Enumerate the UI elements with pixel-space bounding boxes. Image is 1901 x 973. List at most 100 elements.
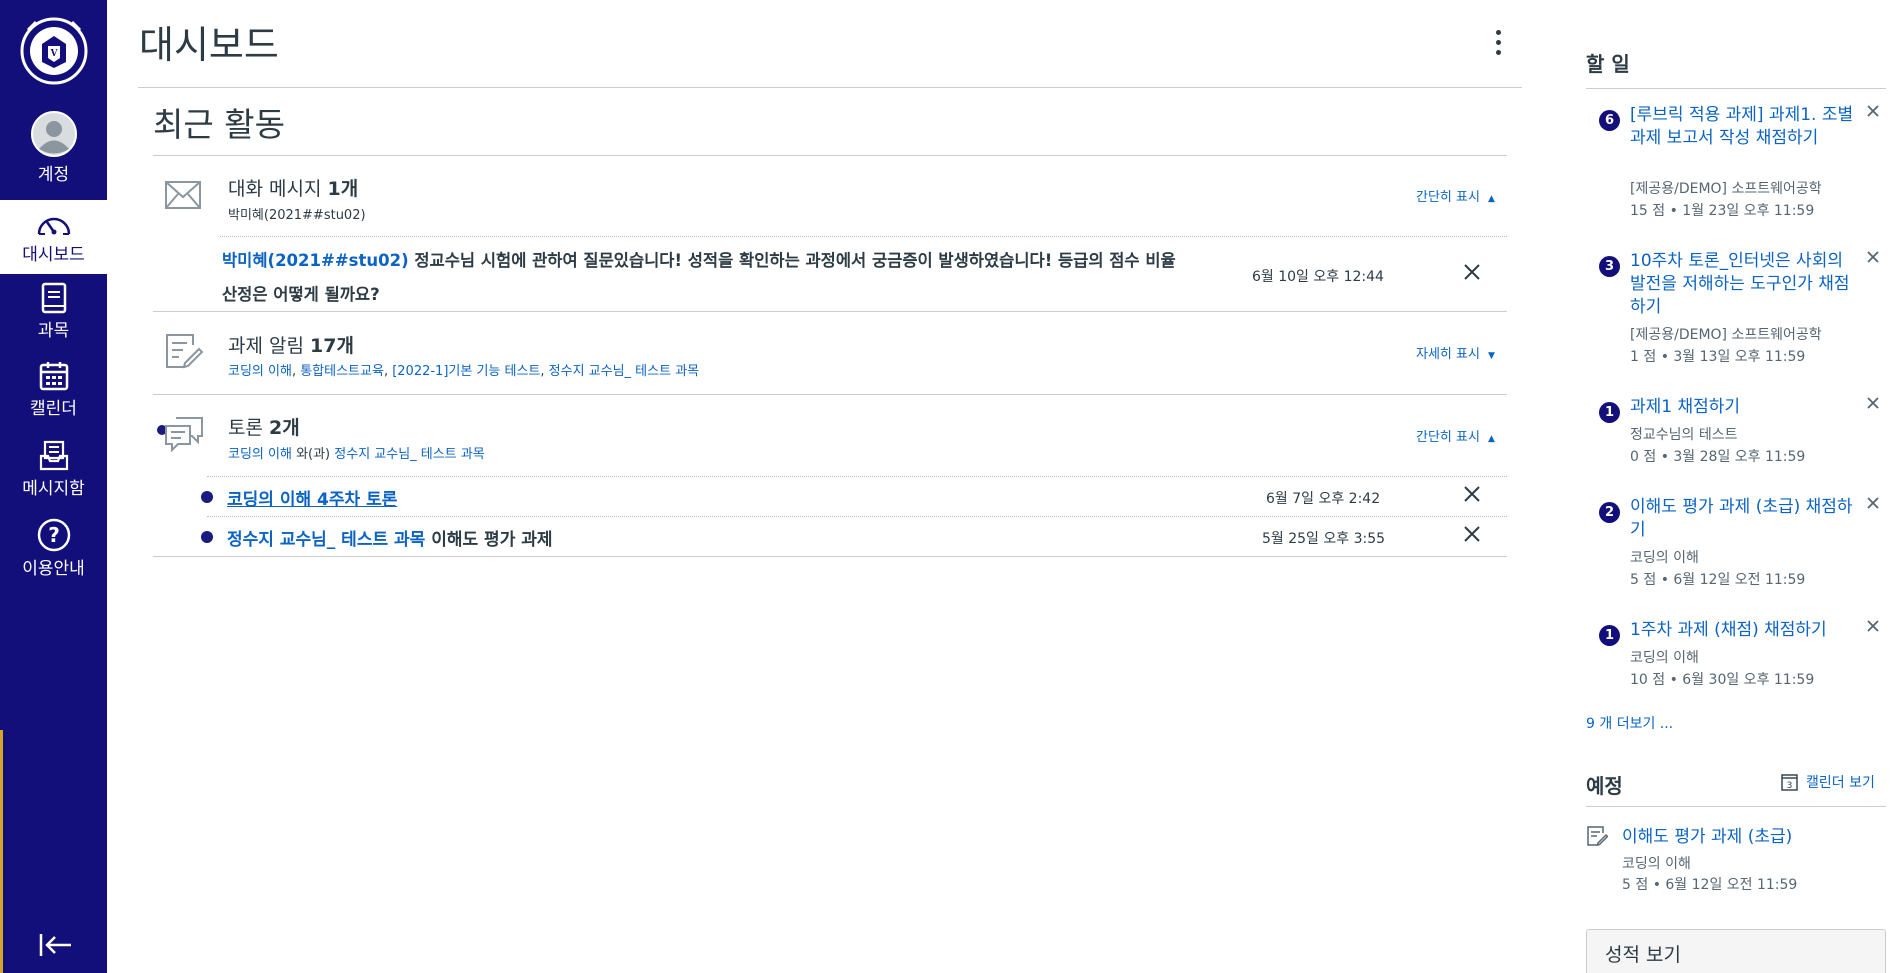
- todo-course: 정교수님의 테스트: [1630, 427, 1738, 443]
- todo-title: 할 일: [1586, 52, 1630, 76]
- assignment-group-title[interactable]: 과제 알림 17개: [228, 331, 354, 358]
- todo-meta: 5 점 • 6월 12일 오전 11:59: [1630, 572, 1806, 588]
- nav-item-account[interactable]: 계정: [0, 110, 107, 185]
- divider: [1586, 806, 1886, 807]
- assignment-group-toggle[interactable]: 자세히 표시 ▼: [1416, 343, 1495, 362]
- discussion-date: 5월 25일 오후 3:55: [1262, 531, 1386, 547]
- todo-course: [제공용/DEMO] 소프트웨어공학: [1630, 327, 1822, 343]
- dismiss-close-icon[interactable]: [1463, 525, 1481, 543]
- nav-item-inbox[interactable]: 메시지함: [0, 440, 107, 514]
- count-badge: 1: [1599, 625, 1620, 646]
- caret-up-icon: ▲: [1487, 434, 1495, 444]
- message-sender-link[interactable]: 박미혜(2021##stu02): [222, 251, 409, 270]
- upcoming-meta: 5 점 • 6월 12일 오전 11:59: [1622, 877, 1798, 893]
- university-logo-icon[interactable]: V: [20, 16, 88, 86]
- upcoming-title: 예정: [1586, 774, 1623, 798]
- page-title: 대시보드: [139, 23, 279, 67]
- dismiss-close-icon[interactable]: [1866, 496, 1880, 510]
- kebab-menu-icon[interactable]: [1491, 28, 1505, 58]
- separator: ,: [383, 364, 393, 379]
- todo-course: [제공용/DEMO] 소프트웨어공학: [1630, 181, 1822, 197]
- todo-meta: 15 점 • 1월 23일 오후 11:59: [1630, 203, 1815, 219]
- count-badge: 1: [1599, 402, 1620, 423]
- calendar-day: 3: [1787, 781, 1793, 791]
- recent-activity-title: 최근 활동: [153, 105, 285, 144]
- calendar-small-icon: 3: [1781, 774, 1798, 791]
- course-link[interactable]: 정수지 교수님_ 테스트 과목: [227, 530, 425, 550]
- logo-letter: V: [50, 49, 59, 59]
- discussion-title: 이해도 평가 과제: [425, 530, 553, 550]
- separator: 와(과): [291, 447, 335, 462]
- discussion-item[interactable]: 코딩의 이해 4주차 토론: [227, 485, 397, 510]
- nav-label: 계정: [37, 165, 70, 185]
- count-badge: 2: [1599, 502, 1620, 523]
- collapse-nav-button[interactable]: [38, 932, 72, 958]
- toggle-label: 간단히 표시: [1416, 190, 1480, 205]
- caret-up-icon: ▲: [1487, 194, 1495, 204]
- todo-title-link[interactable]: [루브릭 적용 과제] 과제1. 조별 과제 보고서 작성 채점하기: [1630, 104, 1855, 150]
- view-grades-button[interactable]: 성적 보기: [1586, 929, 1886, 973]
- dismiss-close-icon[interactable]: [1866, 396, 1880, 410]
- dotted-divider: [207, 516, 1507, 517]
- assignment-group-courses: 코딩의 이해, 통합테스트교육, [2022-1]기본 기능 테스트, 정수지 …: [228, 360, 699, 379]
- calendar-link-label: 캘린더 보기: [1806, 775, 1875, 791]
- view-calendar-link[interactable]: 3 캘린더 보기: [1781, 772, 1875, 792]
- discussion-title-link[interactable]: 코딩의 이해 4주차 토론: [227, 490, 397, 510]
- course-link[interactable]: 통합테스트교육: [300, 364, 384, 379]
- toggle-label: 자세히 표시: [1416, 347, 1480, 362]
- todo-title-link[interactable]: 10주차 토론_인터넷은 사회의 발전을 저해하는 도구인가 채점하기: [1630, 250, 1855, 319]
- message-item[interactable]: 박미혜(2021##stu02) 정교수님 시험에 관하여 질문있습니다! 성적…: [222, 244, 1182, 312]
- divider: [153, 155, 1507, 156]
- assignment-icon: [166, 334, 203, 369]
- todo-title-link[interactable]: 1주차 과제 (채점) 채점하기: [1630, 619, 1855, 642]
- course-link[interactable]: 정수지 교수님_ 테스트 과목: [549, 364, 699, 379]
- discussion-group-title[interactable]: 토론 2개: [228, 413, 300, 440]
- divider: [153, 394, 1507, 395]
- collapse-arrow-icon: [39, 934, 71, 956]
- todo-course: 코딩의 이해: [1630, 550, 1699, 566]
- separator: ,: [291, 364, 301, 379]
- svg-text:?: ?: [48, 523, 60, 547]
- todo-title-link[interactable]: 과제1 채점하기: [1630, 396, 1855, 419]
- calendar-icon: [39, 362, 68, 391]
- divider: [1586, 88, 1886, 89]
- dismiss-close-icon[interactable]: [1866, 104, 1880, 118]
- nav-label: 과목: [37, 321, 70, 341]
- message-group-title[interactable]: 대화 메시지 1개: [228, 174, 358, 201]
- group-title-text: 과제 알림: [228, 335, 310, 357]
- course-link[interactable]: 코딩의 이해: [228, 364, 292, 379]
- course-link[interactable]: 코딩의 이해: [228, 447, 292, 462]
- nav-item-calendar[interactable]: 캘린더: [0, 360, 107, 434]
- group-count: 2개: [269, 417, 300, 439]
- dismiss-close-icon[interactable]: [1866, 619, 1880, 633]
- discussion-item[interactable]: 정수지 교수님_ 테스트 과목 이해도 평가 과제: [227, 525, 553, 550]
- nav-item-help[interactable]: ? 이용안내: [0, 518, 107, 592]
- todo-meta: 1 점 • 3월 13일 오후 11:59: [1630, 349, 1806, 365]
- group-title-text: 토론: [228, 417, 269, 439]
- dismiss-close-icon[interactable]: [1463, 485, 1481, 503]
- nav-item-dashboard[interactable]: 대시보드: [0, 200, 107, 274]
- dashboard-gauge-icon: [37, 217, 70, 235]
- show-more-link[interactable]: 9 개 더보기 ...: [1586, 713, 1673, 733]
- unread-indicator: [201, 491, 213, 503]
- discussion-group-toggle[interactable]: 간단히 표시 ▲: [1416, 426, 1495, 445]
- message-date: 6월 10일 오후 12:44: [1252, 269, 1384, 285]
- nav-item-courses[interactable]: 과목: [0, 282, 107, 356]
- message-group-toggle[interactable]: 간단히 표시 ▲: [1416, 186, 1495, 205]
- nav-label: 이용안내: [22, 559, 85, 579]
- course-link[interactable]: [2022-1]기본 기능 테스트: [392, 364, 540, 379]
- dismiss-close-icon[interactable]: [1866, 250, 1880, 264]
- course-link[interactable]: 정수지 교수님_ 테스트 과목: [334, 447, 484, 462]
- divider: [153, 556, 1507, 557]
- envelope-icon: [165, 181, 201, 209]
- toggle-label: 간단히 표시: [1416, 430, 1480, 445]
- upcoming-item-link[interactable]: 이해도 평가 과제 (초급): [1622, 822, 1792, 847]
- todo-title-link[interactable]: 이해도 평가 과제 (초급) 채점하기: [1630, 496, 1855, 542]
- separator: ,: [540, 364, 549, 379]
- count-badge: 6: [1599, 110, 1620, 131]
- todo-meta: 10 점 • 6월 30일 오후 11:59: [1630, 672, 1815, 688]
- dismiss-close-icon[interactable]: [1463, 263, 1481, 281]
- discussion-icon: [165, 417, 203, 452]
- caret-down-icon: ▼: [1487, 351, 1495, 361]
- nav-accent-strip: [0, 730, 3, 973]
